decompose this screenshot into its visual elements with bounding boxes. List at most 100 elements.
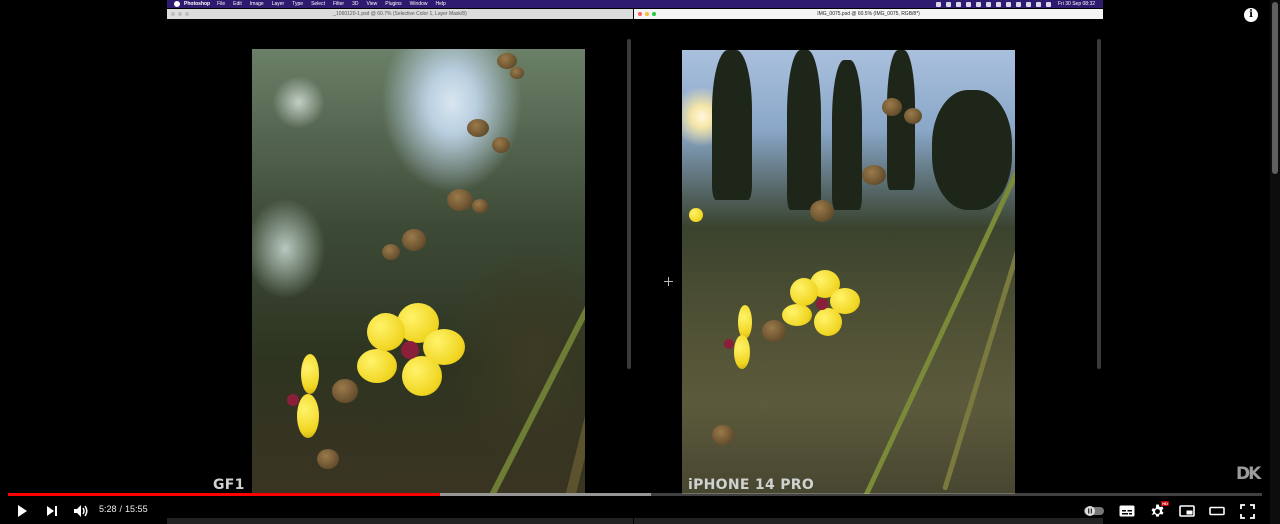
seed-pod: [904, 108, 922, 124]
minimize-icon: [178, 12, 182, 16]
status-icon: [976, 1, 982, 7]
window-title: _1060120-1.psd @ 60.7% (Selective Color …: [333, 11, 467, 17]
menubar-item-view: View: [366, 1, 378, 7]
wifi-icon: [1026, 1, 1032, 7]
seed-pod: [712, 425, 734, 445]
mac-menubar: Photoshop File Edit Image Layer Type Sel…: [167, 0, 1103, 8]
flower-photo-gf1: [252, 49, 585, 493]
menubar-item-window: Window: [409, 1, 428, 7]
menubar-item-layer: Layer: [271, 1, 285, 7]
subtitles-icon: [1119, 505, 1135, 517]
skip-next-icon: [47, 506, 57, 516]
status-icon: [1006, 1, 1012, 7]
menubar-item-3d: 3D: [352, 1, 359, 7]
theater-mode-button[interactable]: [1208, 502, 1226, 520]
autoplay-toggle-icon: [1084, 506, 1104, 516]
blurred-stem: [562, 100, 585, 493]
status-icon: [996, 1, 1002, 7]
seed-pod: [492, 137, 510, 153]
info-icon[interactable]: i: [1244, 8, 1258, 22]
theater-mode-icon: [1209, 506, 1225, 516]
hd-badge: HD: [1161, 501, 1169, 506]
miniplayer-icon: [1179, 505, 1195, 517]
menubar-item-type: Type: [292, 1, 304, 7]
seed-pod: [510, 67, 524, 79]
seed-pod: [382, 244, 400, 260]
vertical-scrollbar[interactable]: [627, 39, 631, 369]
time-separator: /: [119, 504, 123, 514]
zoom-icon: [185, 12, 189, 16]
window-controls: [638, 12, 659, 16]
plant-stem: [482, 97, 585, 493]
menubar-item-file: File: [217, 1, 226, 7]
status-icon: [936, 1, 942, 7]
small-flower: [687, 206, 707, 226]
page-scrollbar[interactable]: [1270, 0, 1280, 524]
canvas-area: GF1: [167, 19, 633, 524]
seed-pod: [447, 189, 473, 211]
status-icon: [946, 1, 952, 7]
seed-pod: [317, 449, 339, 469]
minimize-icon: [645, 12, 649, 16]
play-button[interactable]: [13, 502, 31, 520]
player-controls: 5:28/15:55 HD: [0, 498, 1270, 524]
duration: 15:55: [125, 504, 148, 514]
search-icon: [1036, 1, 1042, 7]
menubar-clock: Fri 30 Sep 08:32: [1058, 1, 1095, 7]
fullscreen-button[interactable]: [1238, 502, 1256, 520]
miniplayer-button[interactable]: [1178, 502, 1196, 520]
progress-bar[interactable]: [8, 493, 1262, 496]
status-icon: [966, 1, 972, 7]
menubar-item-help: Help: [435, 1, 446, 7]
seed-pod: [472, 199, 488, 213]
video-frame[interactable]: Photoshop File Edit Image Layer Type Sel…: [167, 0, 1103, 524]
fullscreen-icon: [1239, 503, 1255, 519]
window-titlebar: IMG_0075.psd @ 60.5% (IMG_0075, RGB/8*): [634, 9, 1103, 19]
menubar-item-plugins: Plugins: [385, 1, 402, 7]
window-title: IMG_0075.psd @ 60.5% (IMG_0075, RGB/8*): [817, 11, 920, 17]
scrollbar-thumb[interactable]: [1272, 2, 1278, 174]
canvas-area: iPHONE 14 PRO: [634, 19, 1103, 524]
flower-photo-iphone: [682, 50, 1015, 494]
subtitles-button[interactable]: [1118, 502, 1136, 520]
settings-button[interactable]: HD: [1148, 501, 1169, 520]
current-time: 5:28: [99, 504, 117, 514]
next-button[interactable]: [43, 502, 61, 520]
menubar-item-select: Select: [311, 1, 325, 7]
close-icon: [171, 12, 175, 16]
yellow-flower: [357, 301, 467, 401]
seed-pod: [402, 229, 426, 251]
cypress-tree: [787, 50, 821, 210]
play-icon: [18, 505, 27, 517]
channel-watermark[interactable]: DK: [1236, 464, 1261, 484]
menubar-status-area: Fri 30 Sep 08:32: [931, 0, 1095, 8]
close-icon: [638, 12, 642, 16]
photo-caption-right: iPHONE 14 PRO: [688, 477, 815, 493]
progress-played: [8, 493, 440, 496]
menubar-item-filter: Filter: [332, 1, 345, 7]
yellow-flower-side: [287, 354, 332, 444]
autoplay-toggle[interactable]: [1083, 502, 1105, 520]
vertical-scrollbar[interactable]: [1097, 39, 1101, 369]
yellow-flower-side: [722, 305, 762, 375]
apple-icon: [174, 1, 180, 7]
photoshop-window-left: _1060120-1.psd @ 60.7% (Selective Color …: [167, 9, 633, 524]
leafy-tree: [932, 90, 1012, 210]
seed-pod: [882, 98, 902, 116]
volume-icon: [74, 505, 88, 517]
yellow-flower: [782, 270, 862, 340]
cypress-tree: [712, 50, 752, 200]
menubar-app-name: Photoshop: [184, 1, 211, 7]
mute-button[interactable]: [72, 502, 90, 520]
photoshop-window-right: IMG_0075.psd @ 60.5% (IMG_0075, RGB/8*): [634, 9, 1103, 524]
menubar-item-image: Image: [249, 1, 264, 7]
window-controls: [171, 12, 192, 16]
window-titlebar: _1060120-1.psd @ 60.7% (Selective Color …: [167, 9, 633, 19]
control-center-icon: [1046, 1, 1052, 7]
seed-pod: [810, 200, 834, 222]
status-icon: [986, 1, 992, 7]
photo-caption-left: GF1: [213, 477, 245, 493]
time-display: 5:28/15:55: [99, 504, 148, 514]
seed-pod: [862, 165, 886, 185]
menubar-item-edit: Edit: [233, 1, 242, 7]
